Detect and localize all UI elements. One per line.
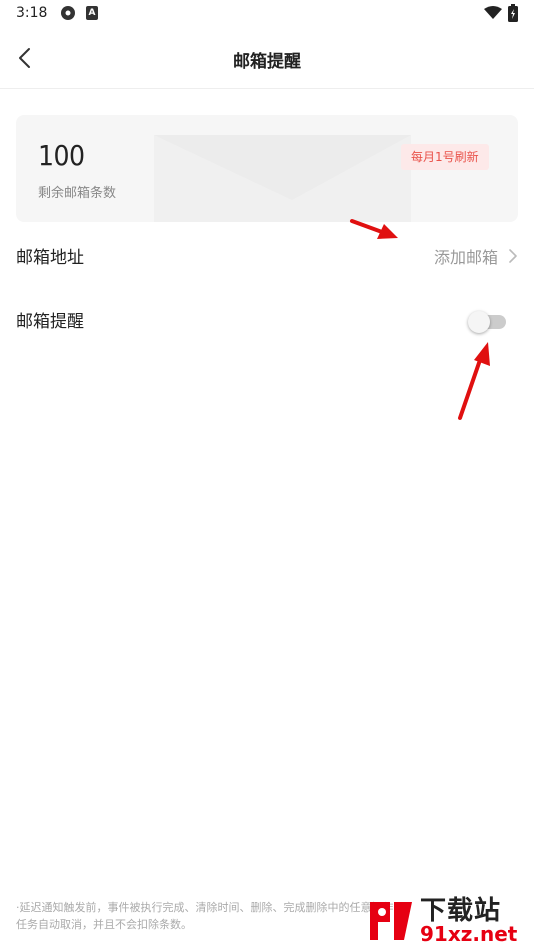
status-bar: 3:18 A [0,0,534,28]
email-reminder-toggle[interactable] [468,310,508,333]
email-address-label: 邮箱地址 [16,248,84,268]
wifi-icon [484,6,502,19]
toggle-knob [468,311,490,333]
chevron-right-icon [509,249,517,263]
email-address-row[interactable]: 邮箱地址 添加邮箱 [0,228,534,284]
email-reminder-row: 邮箱提醒 [0,292,534,348]
quota-card: 100 剩余邮箱条数 每月1号刷新 [16,115,518,222]
status-time: 3:18 [16,5,48,21]
annotation-arrow-2 [458,342,490,420]
page-title: 邮箱提醒 [233,52,301,72]
watermark-logo-icon [370,902,412,940]
refresh-badge: 每月1号刷新 [401,144,489,170]
top-nav-bar: 邮箱提醒 [0,36,534,80]
add-email-link[interactable]: 添加邮箱 [434,244,498,268]
remaining-count-label: 剩余邮箱条数 [38,186,117,201]
battery-icon [508,4,518,22]
app-icon [61,6,75,20]
header-divider [0,88,534,89]
email-reminder-label: 邮箱提醒 [16,312,84,332]
a-icon: A [86,6,98,20]
site-watermark: 下载站 91xz.net [364,890,534,950]
watermark-brand-bottom: 91xz.net [420,922,518,946]
remaining-count: 100 [38,139,85,172]
